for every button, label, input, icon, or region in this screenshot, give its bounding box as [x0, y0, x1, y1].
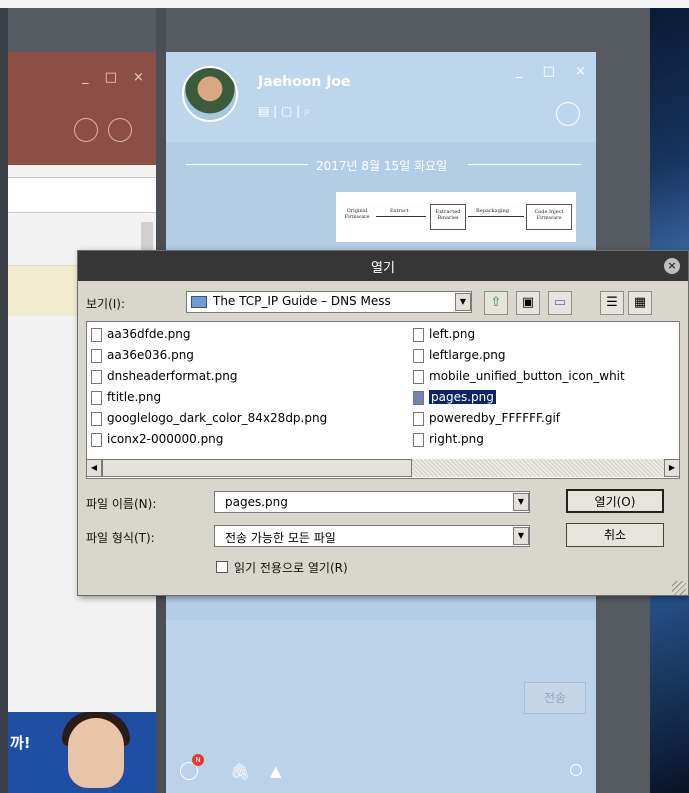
list-item[interactable]: left.png [413, 324, 475, 344]
list-item[interactable]: right.png [413, 429, 484, 449]
file-icon [91, 411, 102, 426]
diagram-arrow [468, 216, 524, 217]
desktop-background [0, 8, 8, 793]
file-icon [91, 348, 102, 363]
diagram-box-original: Original Firmware [344, 208, 370, 220]
left-window-header: _ □ × [8, 52, 156, 165]
file-icon [91, 432, 102, 447]
emoji-new-badge: N [192, 754, 204, 766]
diagram-box-code-inject: Code Inject Firmware [526, 204, 572, 230]
up-folder-icon[interactable]: ⇧ [484, 291, 508, 315]
look-in-dropdown[interactable]: The TCP_IP Guide – DNS Mess ▼ [186, 291, 472, 313]
left-window-controls[interactable]: _ □ × [82, 70, 150, 85]
list-item[interactable]: googlelogo_dark_color_84x28dp.png [91, 408, 327, 428]
avatar[interactable] [182, 66, 238, 122]
read-only-checkbox[interactable] [216, 561, 228, 573]
close-icon[interactable]: × [664, 258, 680, 274]
list-item[interactable]: ftitle.png [91, 387, 161, 407]
file-type-dropdown[interactable]: 전송 가능한 모든 파일 ▼ [214, 525, 530, 547]
file-icon [91, 369, 102, 384]
open-file-dialog[interactable]: 열기 × 보기(I): The TCP_IP Guide – DNS Mess … [77, 250, 689, 596]
scroll-left-icon[interactable]: ◀ [86, 459, 102, 477]
folder-icon [191, 296, 207, 308]
diagram-label-repackaging: Repackaging [476, 208, 509, 214]
file-icon [413, 348, 424, 363]
ad-text: 까! [10, 734, 31, 752]
scrollbar-thumb[interactable] [102, 459, 412, 477]
list-item-selected[interactable]: pages.png [413, 387, 497, 407]
list-item[interactable]: mobile_unified_button_icon_whit [413, 366, 625, 386]
file-icon [413, 369, 424, 384]
cancel-button[interactable]: 취소 [566, 523, 664, 547]
file-icon [413, 390, 424, 405]
chevron-down-icon[interactable]: ▼ [513, 493, 529, 511]
file-name-label: 파일 이름(N): [86, 497, 157, 511]
chat-toolbar-icons[interactable]: ▤ | ▢ | ⌕ [258, 104, 311, 119]
chat-username: Jaehoon Joe [258, 74, 351, 90]
list-item[interactable]: aa36e036.png [91, 345, 194, 365]
horizontal-scrollbar[interactable]: ◀ ▶ [86, 459, 680, 477]
bell-icon[interactable] [74, 118, 98, 142]
file-icon [413, 411, 424, 426]
scroll-right-icon[interactable]: ▶ [664, 459, 680, 477]
file-type-value: 전송 가능한 모든 파일 [225, 531, 336, 545]
list-item[interactable]: aa36dfde.png [91, 324, 190, 344]
chat-menu-icon[interactable] [556, 102, 580, 126]
read-only-label: 읽기 전용으로 열기(R) [234, 561, 348, 575]
date-text: 2017년 8월 15일 화요일 [316, 159, 448, 173]
status-circle-icon[interactable] [570, 764, 582, 776]
file-type-label: 파일 형식(T): [86, 531, 155, 545]
file-icon [413, 327, 424, 342]
divider-line-left [186, 164, 308, 165]
file-list[interactable]: aa36dfde.png aa36e036.png dnsheaderforma… [86, 321, 680, 479]
diagram-box-extracted: Extracted Binaries [430, 204, 466, 230]
file-icon [91, 390, 102, 405]
image-icon[interactable]: ▲ [270, 762, 282, 780]
paperclip-icon[interactable]: 🖇 [230, 762, 250, 781]
new-folder-icon[interactable]: ▭ [548, 291, 572, 315]
look-in-value: The TCP_IP Guide – DNS Mess [213, 294, 391, 308]
date-divider: 2017년 8월 15일 화요일 [186, 154, 581, 174]
list-item[interactable]: leftlarge.png [413, 345, 506, 365]
chevron-down-icon[interactable]: ▼ [513, 527, 529, 545]
scrollbar-track[interactable] [412, 459, 664, 477]
look-in-label: 보기(I): [86, 297, 126, 311]
chevron-down-icon[interactable]: ▼ [455, 293, 471, 311]
diagram-arrow [376, 216, 426, 217]
file-icon [91, 327, 102, 342]
resize-grip[interactable] [672, 581, 686, 595]
advertisement-banner[interactable]: 까! [8, 712, 156, 793]
dialog-title-bar[interactable]: 열기 × [78, 251, 688, 281]
file-icon [413, 432, 424, 447]
ad-person-image [68, 718, 124, 788]
list-item[interactable]: iconx2-000000.png [91, 429, 223, 449]
list-item[interactable]: dnsheaderformat.png [91, 366, 237, 386]
open-button[interactable]: 열기(O) [566, 489, 664, 513]
file-name-combo[interactable]: pages.png ▼ [214, 491, 530, 513]
chat-header: Jaehoon Joe ▤ | ▢ | ⌕ _ □ × [166, 52, 596, 142]
list-item[interactable]: poweredby_FFFFFF.gif [413, 408, 560, 428]
send-button[interactable]: 전송 [524, 682, 586, 714]
details-view-icon[interactable]: ▦ [628, 291, 652, 315]
left-search-input[interactable] [8, 177, 156, 213]
screen-top-bar [0, 0, 689, 8]
chat-window-controls[interactable]: _ □ × [516, 64, 594, 79]
desktop-icon[interactable]: ▣ [516, 291, 540, 315]
menu-icon[interactable] [108, 118, 132, 142]
shared-diagram-image[interactable]: Original Firmware Extract Extracted Bina… [336, 192, 576, 242]
dialog-title: 열기 [371, 261, 395, 276]
diagram-label-extract: Extract [390, 208, 409, 214]
file-name-value: pages.png [225, 495, 288, 509]
list-view-icon[interactable]: ☰ [600, 291, 624, 315]
divider-line-right [468, 164, 581, 165]
